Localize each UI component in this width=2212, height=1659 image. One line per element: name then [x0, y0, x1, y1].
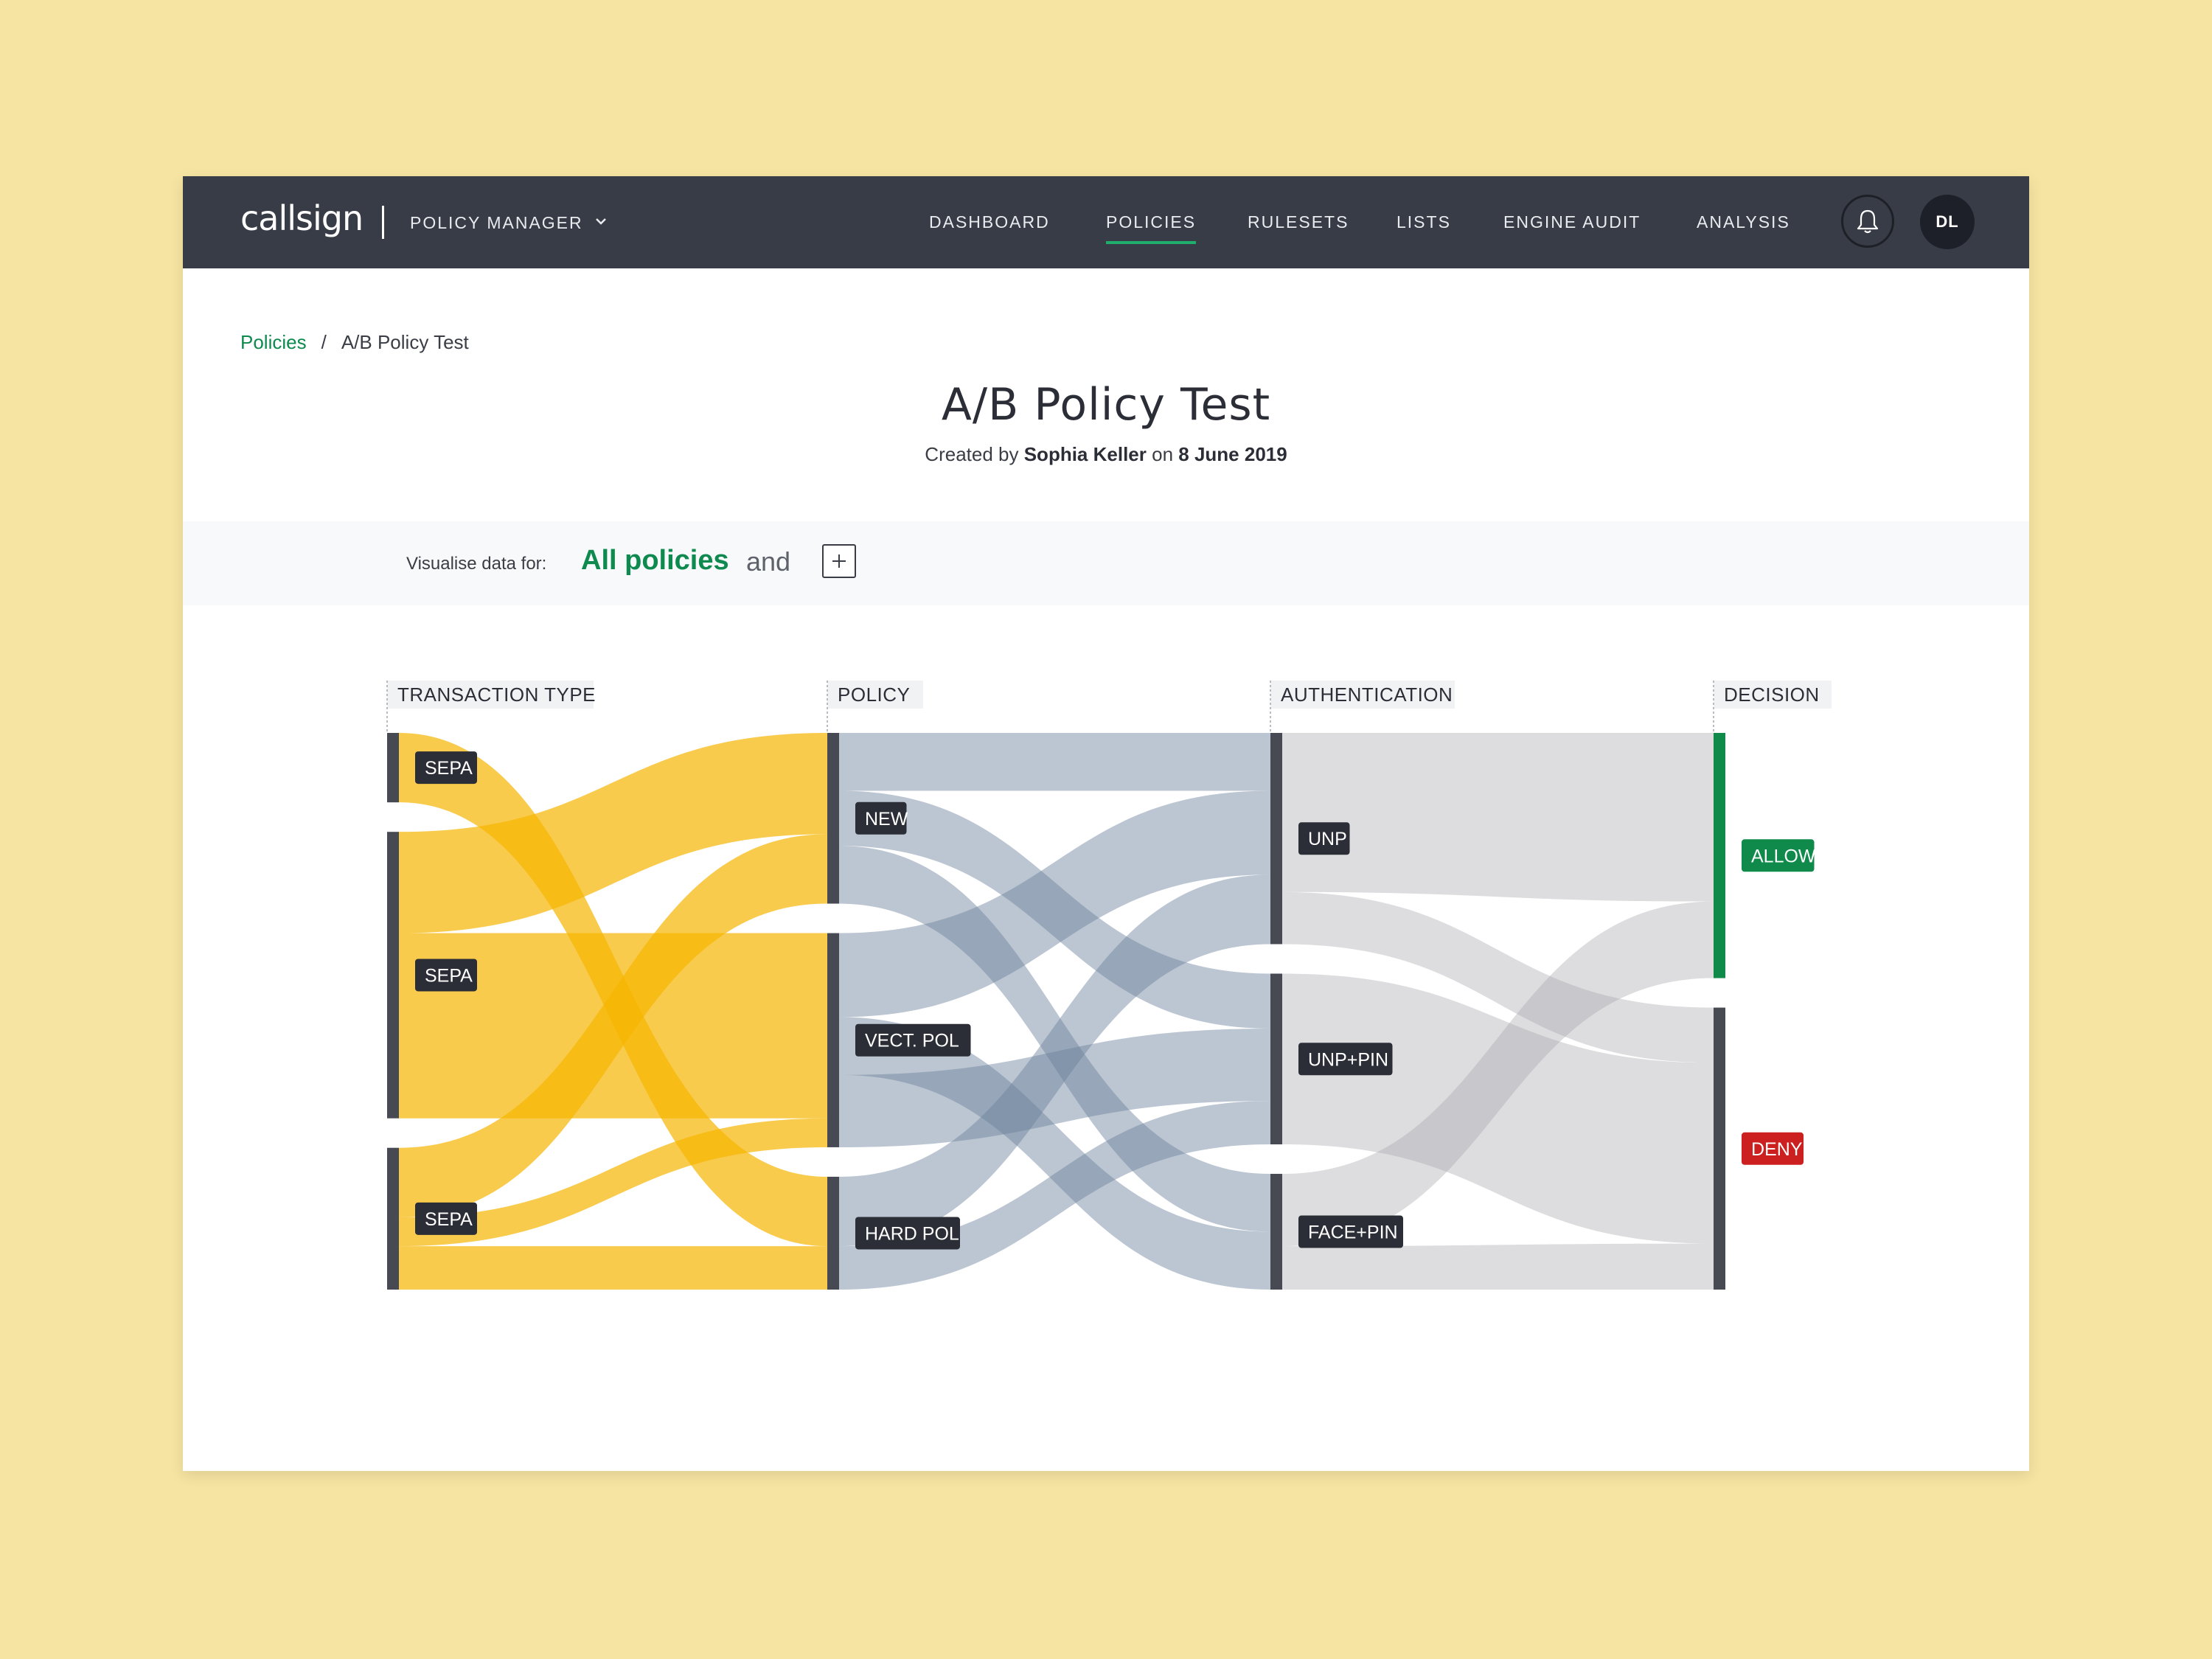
sankey-node-bar[interactable]	[827, 1176, 839, 1290]
sankey-node-bar[interactable]	[827, 733, 839, 904]
sankey-node-bar[interactable]	[387, 832, 399, 1119]
sankey-chart: TRANSACTION TYPE POLICY AUTHENTICATION DECI…	[386, 681, 1832, 1290]
sankey-node-label: UNP	[1308, 829, 1347, 849]
sankey-node-bar[interactable]	[387, 733, 399, 803]
sankey-node-bar[interactable]	[1270, 733, 1282, 945]
sankey-node-label: DENY	[1751, 1139, 1803, 1160]
sankey-node-bar[interactable]	[827, 933, 839, 1147]
sankey-node-label: NEW	[865, 809, 908, 830]
sankey-node-label: HARD POL	[865, 1223, 959, 1244]
column-header: POLICY	[838, 684, 910, 706]
sankey-node-label: SEPA	[425, 758, 473, 779]
sankey-link[interactable]	[399, 1246, 827, 1290]
sankey-node-bar[interactable]	[387, 1147, 399, 1290]
sankey-node-bar[interactable]	[1714, 1007, 1725, 1290]
sankey-node-label: FACE+PIN	[1308, 1222, 1398, 1243]
sankey-link[interactable]	[1282, 733, 1714, 902]
sankey-node-label: UNP+PIN	[1308, 1049, 1388, 1070]
sankey-link[interactable]	[1282, 1243, 1714, 1290]
column-header: AUTHENTICATION	[1281, 684, 1453, 706]
sankey-link[interactable]	[839, 733, 1270, 791]
main-card: callsign POLICY MANAGER DASHBOARD POLICI…	[183, 176, 2029, 1471]
sankey-node-bar[interactable]	[1270, 973, 1282, 1145]
sankey-node-label: SEPA	[425, 1209, 473, 1230]
sankey-node-label: VECT. POL	[865, 1031, 959, 1051]
column-header: DECISION	[1724, 684, 1820, 706]
sankey-node-bar[interactable]	[1714, 733, 1725, 978]
sankey-node-label: ALLOW	[1751, 846, 1816, 866]
sankey-node-label: SEPA	[425, 965, 473, 986]
column-header: TRANSACTION TYPE	[397, 684, 596, 706]
sankey-node-bar[interactable]	[1270, 1174, 1282, 1290]
